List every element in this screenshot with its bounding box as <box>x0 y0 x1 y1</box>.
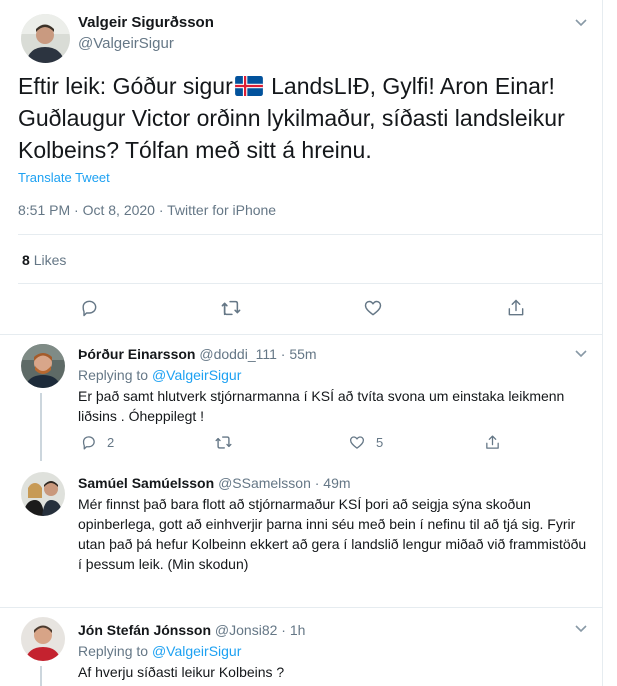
reply-author-handle[interactable]: @doddi_111 · 55m <box>199 346 316 362</box>
retweet-button[interactable] <box>214 434 233 451</box>
replying-to-prefix: Replying to <box>78 643 152 659</box>
reply-button[interactable] <box>79 298 99 318</box>
reply-author-handle[interactable]: @Jonsi82 · 1h <box>215 622 305 638</box>
like-count: 5 <box>376 435 384 450</box>
reply-avatar[interactable] <box>21 472 65 516</box>
reply-author[interactable]: Samúel Samúelsson @SSamelsson · 49m <box>78 475 351 491</box>
reply-avatar[interactable] <box>21 617 65 661</box>
divider <box>18 234 603 235</box>
reply-icon <box>82 436 95 450</box>
retweet-icon <box>215 436 232 449</box>
divider <box>0 334 603 335</box>
tweet-menu-chevron-icon[interactable] <box>573 17 589 29</box>
reply-count: 2 <box>107 435 115 450</box>
reply-menu-chevron-icon[interactable] <box>573 623 589 635</box>
likes-label: Likes <box>33 252 67 268</box>
tweet-thread: Valgeir Sigurðsson @ValgeirSigur Eftir l… <box>0 0 603 686</box>
reply-avatar[interactable] <box>21 344 65 388</box>
tweet-text: Eftir leik: Góður sigur LandsLIÐ, Gylfi!… <box>18 70 588 166</box>
reply-author[interactable]: Þórður Einarsson @doddi_111 · 55m <box>78 346 317 362</box>
heart-icon <box>364 300 382 316</box>
likes-number: 8 <box>22 252 30 268</box>
divider <box>0 607 603 608</box>
replying-to-link[interactable]: @ValgeirSigur <box>152 367 241 383</box>
reply-author-name[interactable]: Jón Stefán Jónsson <box>78 622 211 638</box>
reply-button[interactable]: 2 <box>80 434 114 451</box>
replying-to: Replying to @ValgeirSigur <box>78 643 241 659</box>
share-icon <box>486 435 499 449</box>
iceland-flag-icon <box>234 72 264 96</box>
retweet-icon <box>221 300 241 316</box>
replying-to: Replying to @ValgeirSigur <box>78 367 241 383</box>
thread-line <box>40 666 42 686</box>
replying-to-prefix: Replying to <box>78 367 152 383</box>
reply-menu-chevron-icon[interactable] <box>573 348 589 360</box>
retweet-button[interactable] <box>220 298 242 318</box>
reply-text: Mér finnst það bara flott að stjórnarmað… <box>78 496 587 572</box>
tweet-text-part-1: Eftir leik: Góður sigur <box>18 73 233 99</box>
thread-line <box>40 393 42 461</box>
like-button[interactable]: 5 <box>348 434 383 451</box>
reply-author[interactable]: Jón Stefán Jónsson @Jonsi82 · 1h <box>78 622 305 638</box>
share-icon <box>508 299 524 316</box>
reply-author-name[interactable]: Þórður Einarsson <box>78 346 195 362</box>
likes-count[interactable]: 8 Likes <box>22 252 66 268</box>
reply-icon <box>82 300 97 317</box>
share-button[interactable] <box>484 434 501 451</box>
replying-to-link[interactable]: @ValgeirSigur <box>152 643 241 659</box>
reply-text: Er það samt hlutverk stjórnarmanna í KSÍ… <box>78 388 565 424</box>
tweet-timestamp[interactable]: 8:51 PM · Oct 8, 2020 · Twitter for iPho… <box>18 202 276 218</box>
reply-author-name[interactable]: Samúel Samúelsson <box>78 475 214 491</box>
heart-icon <box>349 436 365 449</box>
reply-text: Af hverju síðasti leikur Kolbeins ? <box>78 664 285 680</box>
author-avatar[interactable] <box>21 14 70 63</box>
reply-author-handle[interactable]: @SSamelsson · 49m <box>218 475 350 491</box>
divider <box>18 283 603 284</box>
like-button[interactable] <box>363 298 383 318</box>
author-name[interactable]: Valgeir Sigurðsson <box>78 14 214 31</box>
translate-tweet-link[interactable]: Translate Tweet <box>18 170 110 185</box>
share-button[interactable] <box>506 298 526 318</box>
author-handle[interactable]: @ValgeirSigur <box>78 35 174 52</box>
